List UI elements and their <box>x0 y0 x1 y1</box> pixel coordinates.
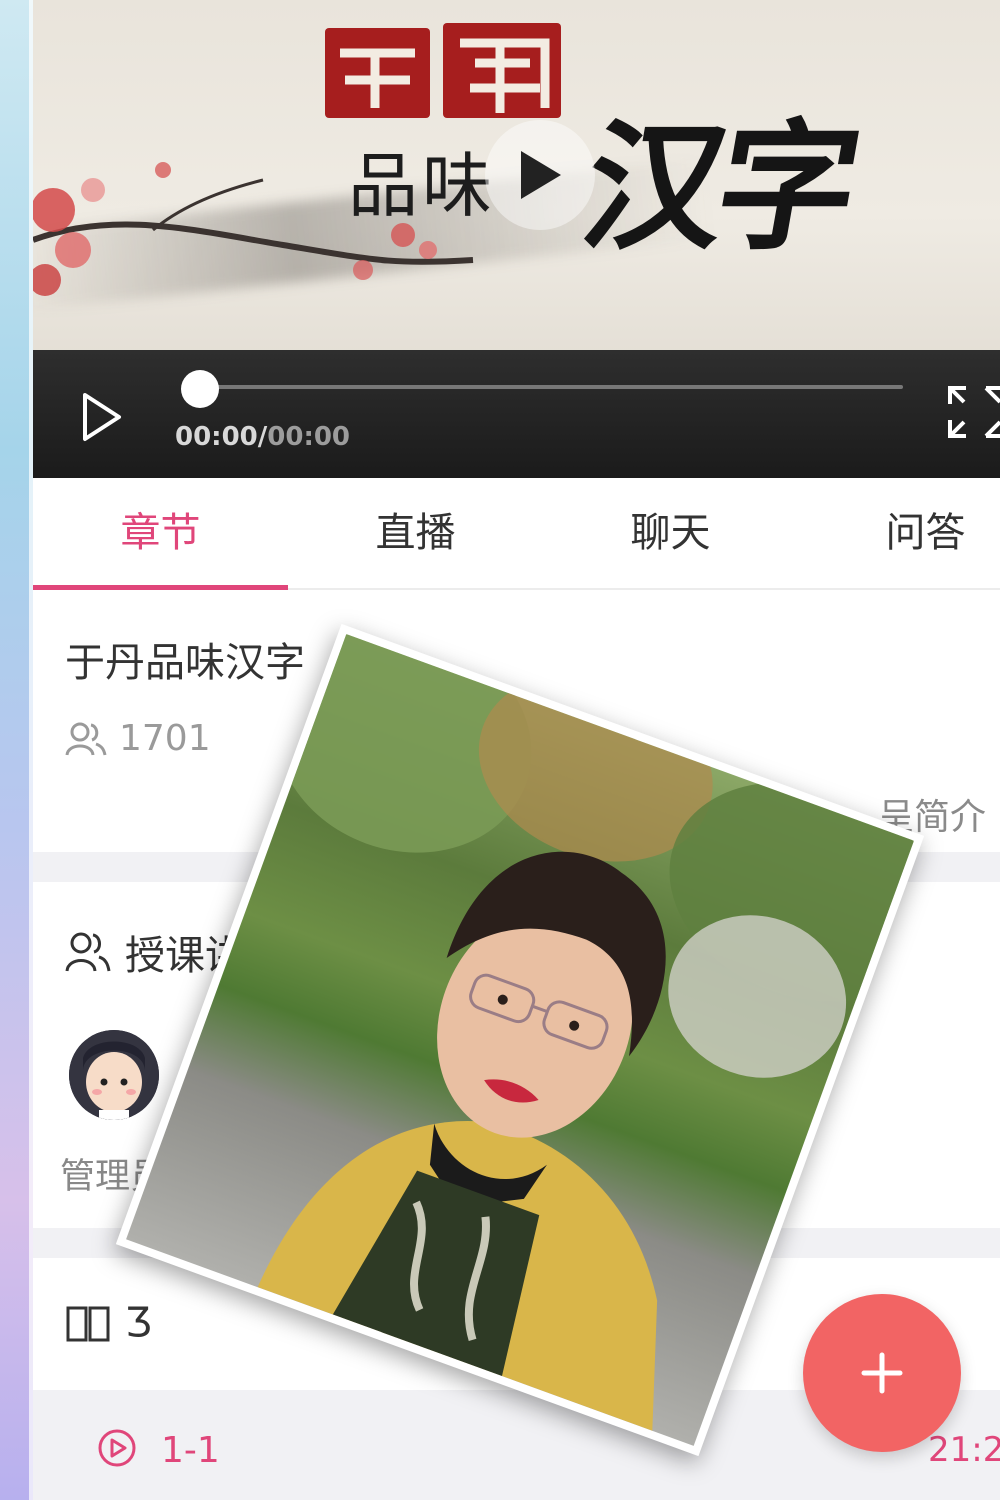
progress-track[interactable] <box>198 385 903 389</box>
video-player[interactable]: 品味 汉字 00:00/00:00 <box>33 0 1000 478</box>
total-time: 00:00 <box>267 422 351 452</box>
play-circle-icon <box>98 1429 136 1467</box>
tab-qa[interactable]: 问答 <box>798 478 1000 588</box>
play-icon <box>521 151 561 199</box>
page: 品味 汉字 00:00/00:00 章节 直播 聊天 问答 于丹品味汉字 170… <box>0 0 1000 1500</box>
progress-knob[interactable] <box>181 370 219 408</box>
time-readout: 00:00/00:00 <box>175 422 350 452</box>
tab-live[interactable]: 直播 <box>288 478 543 588</box>
add-button[interactable] <box>803 1294 961 1452</box>
current-time: 00:00 <box>175 422 258 452</box>
tab-bar: 章节 直播 聊天 问答 <box>33 478 1000 590</box>
student-count: 1701 <box>65 718 211 759</box>
catalog-heading-label: Ӡ <box>125 1300 152 1346</box>
tab-chat[interactable]: 聊天 <box>543 478 798 588</box>
video-control-bar: 00:00/00:00 <box>33 350 1000 478</box>
cartoon-girl-icon <box>69 1030 159 1120</box>
fullscreen-icon[interactable] <box>946 382 1000 442</box>
wallpaper-strip <box>0 0 33 1500</box>
chapter-number: 1-1 <box>161 1430 220 1471</box>
control-play-button[interactable] <box>77 388 127 446</box>
avatar[interactable] <box>69 1030 159 1120</box>
calligraphy-large: 汉字 <box>571 106 865 270</box>
people-icon <box>65 932 111 972</box>
time-separator: / <box>257 422 268 452</box>
people-icon <box>65 722 107 755</box>
course-title: 于丹品味汉字 <box>65 640 305 686</box>
seal-logo <box>325 18 565 128</box>
book-icon <box>66 1306 110 1342</box>
student-count-value: 1701 <box>119 718 211 759</box>
calligraphy-small: 品味 <box>348 145 496 227</box>
tab-chapters[interactable]: 章节 <box>33 478 288 590</box>
play-icon <box>83 393 121 441</box>
center-play-button[interactable] <box>485 120 595 230</box>
plus-icon <box>861 1352 903 1394</box>
catalog-heading: Ӡ <box>65 1300 152 1346</box>
chapter-time: 21:2 <box>928 1430 1000 1470</box>
